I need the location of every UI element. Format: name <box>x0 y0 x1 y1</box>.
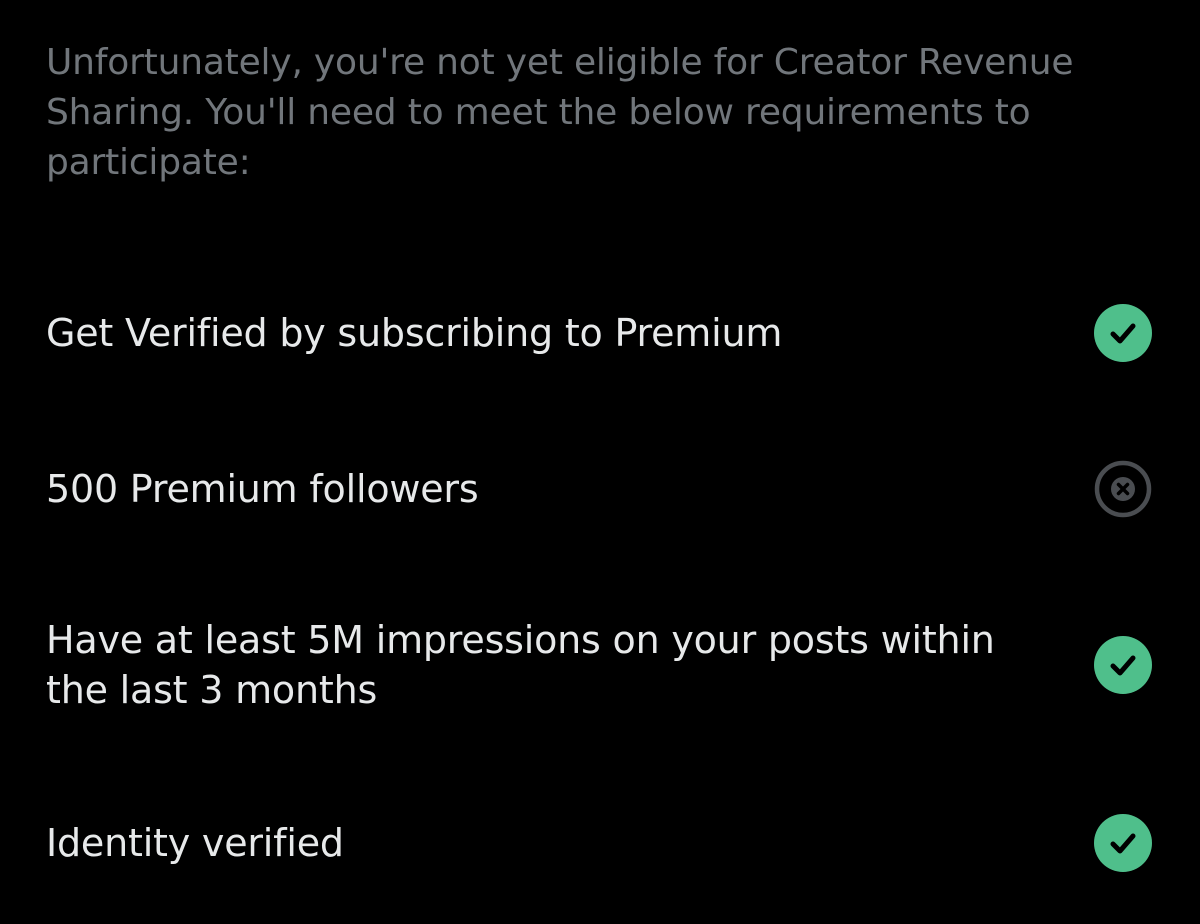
requirement-label: Get Verified by subscribing to Premium <box>46 311 783 355</box>
x-circle-icon <box>1094 460 1152 518</box>
requirement-label: 500 Premium followers <box>46 467 479 511</box>
check-circle-icon <box>1094 304 1152 362</box>
requirement-item-premium: Get Verified by subscribing to Premium <box>46 304 1152 362</box>
requirement-label: Identity verified <box>46 821 344 865</box>
requirement-item-impressions: Have at least 5M impressions on your pos… <box>46 614 1152 716</box>
requirement-label: Have at least 5M impressions on your pos… <box>46 618 995 712</box>
check-circle-icon <box>1094 814 1152 872</box>
requirements-list: Get Verified by subscribing to Premium 5… <box>0 0 1200 924</box>
requirement-item-identity: Identity verified <box>46 814 1152 872</box>
requirement-item-followers: 500 Premium followers <box>46 460 1152 518</box>
check-circle-icon <box>1094 636 1152 694</box>
